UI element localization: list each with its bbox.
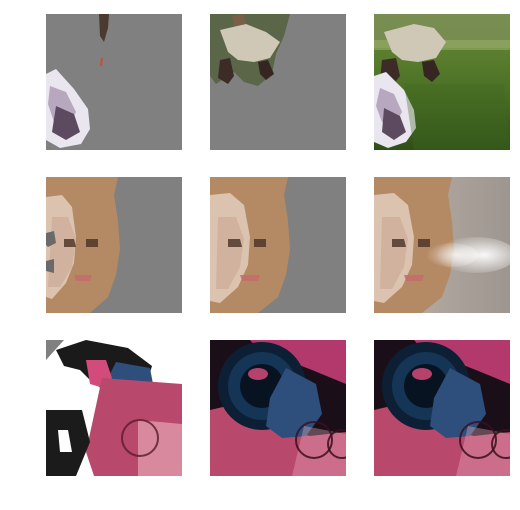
image-tile-row3-masked xyxy=(46,340,182,476)
row1-masked-image xyxy=(46,14,182,150)
row1-partial-image xyxy=(210,14,346,150)
image-tile-row3-full-b xyxy=(374,340,510,476)
image-tile-row1-full xyxy=(374,14,510,150)
image-tile-row1-masked xyxy=(46,14,182,150)
image-tile-row2-masked xyxy=(46,177,182,313)
row2-masked-image xyxy=(46,177,182,313)
row3-full-image-a xyxy=(210,340,346,476)
image-tile-row1-partial xyxy=(210,14,346,150)
row2-full-image xyxy=(374,177,510,313)
row3-masked-image xyxy=(46,340,182,476)
row1-full-image xyxy=(374,14,510,150)
image-tile-row3-full-a xyxy=(210,340,346,476)
row2-partial-image xyxy=(210,177,346,313)
row3-full-image-b xyxy=(374,340,510,476)
image-tile-row2-partial xyxy=(210,177,346,313)
image-tile-row2-full xyxy=(374,177,510,313)
